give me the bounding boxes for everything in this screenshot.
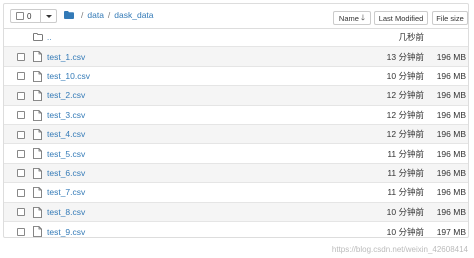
file-row[interactable]: test_4.csv 12 分钟前 196 MB [4,125,468,145]
file-row[interactable]: test_3.csv 12 分钟前 196 MB [4,106,468,125]
file-size: 196 MB [436,167,466,178]
breadcrumb-separator: / [81,10,84,20]
file-size: 196 MB [436,148,466,159]
file-modified: 12 分钟前 [386,109,424,120]
file-size: 196 MB [436,51,466,62]
file-icon [33,226,42,237]
file-checkbox[interactable] [17,169,25,178]
file-row[interactable]: test_8.csv 10 分钟前 196 MB [4,202,468,222]
select-menu-toggle[interactable] [41,14,56,18]
file-name-link[interactable]: test_7.csv [47,187,85,197]
file-size: 196 MB [436,129,466,140]
file-modified: 12 分钟前 [386,129,424,140]
breadcrumb-separator: / [107,10,111,20]
file-row[interactable]: test_7.csv 11 分钟前 196 MB [4,183,468,203]
file-name-link[interactable]: test_6.csv [47,168,85,178]
file-modified: 10 分钟前 [386,206,424,217]
chevron-down-icon [45,14,52,18]
file-icon [33,206,42,218]
file-modified: 10 分钟前 [386,70,424,81]
file-row[interactable]: test_2.csv 12 分钟前 196 MB [4,86,468,106]
file-name-link[interactable]: test_1.csv [47,52,85,62]
file-browser-panel: 0 / data / dask_data Name 🡓 Last Modifie… [3,3,469,238]
sort-by-modified-button[interactable]: Last Modified [374,11,428,25]
arrow-down-icon: 🡓 [360,13,366,22]
file-checkbox[interactable] [17,91,25,100]
file-name-link[interactable]: test_3.csv [47,110,85,120]
breadcrumb: / data / dask_data [64,10,154,20]
parent-directory-row[interactable]: .. 几秒前 [4,28,468,48]
parent-directory-link[interactable]: .. [47,33,51,42]
select-all-dropdown[interactable]: 0 [10,9,57,23]
file-name-link[interactable]: test_5.csv [47,149,85,159]
folder-outline-icon [33,33,43,41]
file-size: 196 MB [436,70,466,81]
file-size: 196 MB [436,109,466,120]
file-checkbox[interactable] [17,149,25,158]
file-icon [33,129,42,140]
file-modified: 12 分钟前 [386,90,424,101]
file-row[interactable]: test_9.csv 10 分钟前 197 MB [4,222,468,241]
file-icon [33,70,42,82]
file-checkbox[interactable] [17,227,25,236]
file-icon [33,90,42,102]
file-row[interactable]: test_6.csv 11 分钟前 196 MB [4,163,468,184]
file-name-link[interactable]: test_4.csv [47,129,85,139]
sort-by-name-label: Name [338,13,359,23]
file-icon [33,148,42,160]
selected-count: 0 [27,11,32,21]
file-icon [33,51,42,63]
file-row[interactable]: test_5.csv 11 分钟前 196 MB [4,144,468,164]
file-modified: 11 分钟前 [387,187,424,198]
file-size: 197 MB [436,226,466,237]
file-modified: 10 分钟前 [386,226,424,237]
file-icon [33,187,42,199]
file-checkbox[interactable] [17,208,25,217]
file-name-link[interactable]: test_10.csv [47,71,90,81]
file-name-link[interactable]: test_8.csv [47,207,85,217]
file-size: 196 MB [436,187,466,198]
file-checkbox[interactable] [17,130,25,139]
file-modified: 11 分钟前 [387,148,424,159]
file-checkbox[interactable] [17,52,25,61]
file-icon [33,109,42,121]
sort-by-modified-label: Last Modified [378,13,424,23]
breadcrumb-data[interactable]: data [87,10,104,20]
folder-icon[interactable] [64,11,74,19]
file-size: 196 MB [436,206,466,217]
select-all-checkbox[interactable] [16,12,24,20]
file-name-link[interactable]: test_2.csv [47,90,85,100]
parent-modified: 几秒前 [398,32,424,43]
file-list-header: 0 / data / dask_data Name 🡓 Last Modifie… [4,4,468,29]
file-row[interactable]: test_1.csv 13 分钟前 196 MB [4,47,468,67]
file-size: 196 MB [436,90,466,101]
breadcrumb-dask-data[interactable]: dask_data [114,10,153,20]
file-modified: 13 分钟前 [386,51,424,62]
sort-by-size-label: File size [436,13,464,23]
sort-by-name-button[interactable]: Name 🡓 [333,11,371,25]
file-checkbox[interactable] [17,111,25,120]
file-modified: 11 分钟前 [387,167,424,178]
file-icon [33,167,42,179]
file-row[interactable]: test_10.csv 10 分钟前 196 MB [4,67,468,87]
file-name-link[interactable]: test_9.csv [47,227,85,237]
select-all-control[interactable]: 0 [11,10,41,22]
watermark-text: https://blog.csdn.net/weixin_42608414 [331,245,468,254]
sort-by-size-button[interactable]: File size [432,11,468,25]
file-checkbox[interactable] [17,72,25,81]
file-checkbox[interactable] [17,188,25,197]
